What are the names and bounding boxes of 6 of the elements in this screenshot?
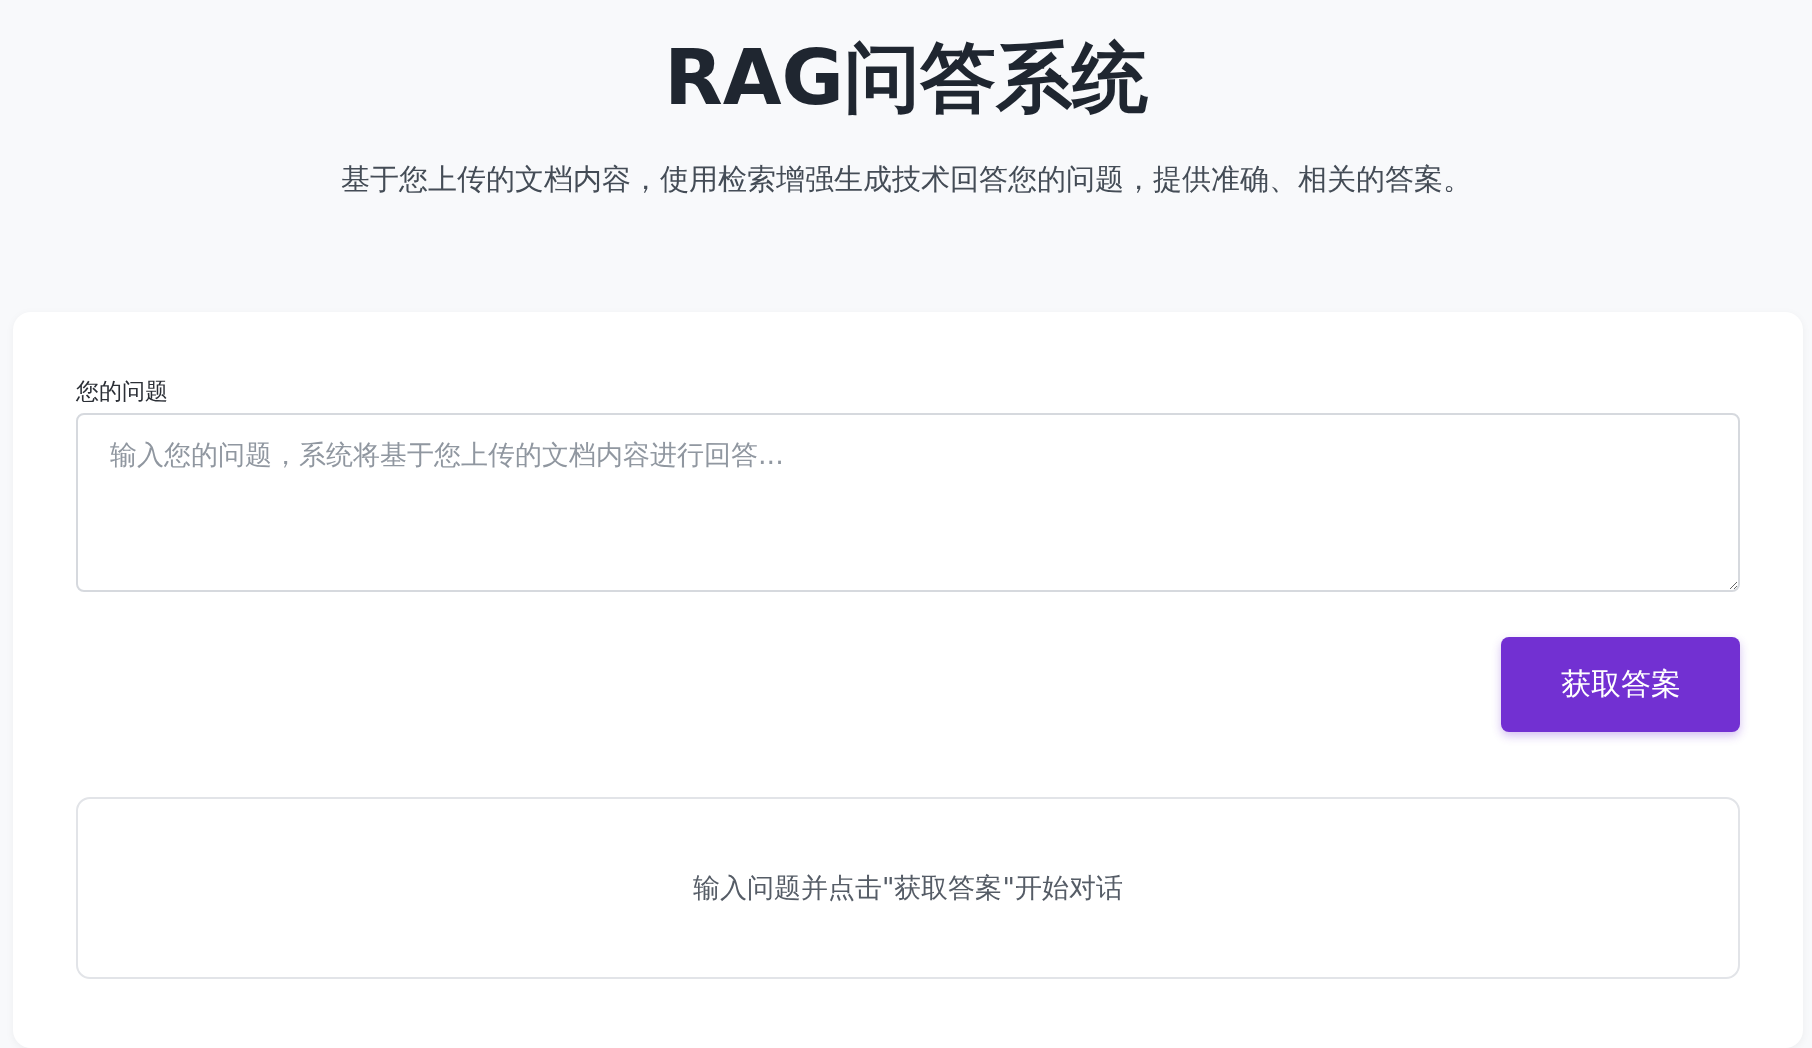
- get-answer-button[interactable]: 获取答案: [1501, 637, 1740, 732]
- empty-state-message: 输入问题并点击"获取答案"开始对话: [693, 871, 1123, 905]
- page-title: RAG问答系统: [663, 32, 1149, 124]
- question-field[interactable]: 输入您的问题，系统将基于您上传的文档内容进行回答...: [76, 413, 1740, 592]
- question-label: 您的问题: [76, 377, 168, 406]
- page-subtitle: 基于您上传的文档内容，使用检索增强生成技术回答您的问题，提供准确、相关的答案。: [339, 161, 1473, 198]
